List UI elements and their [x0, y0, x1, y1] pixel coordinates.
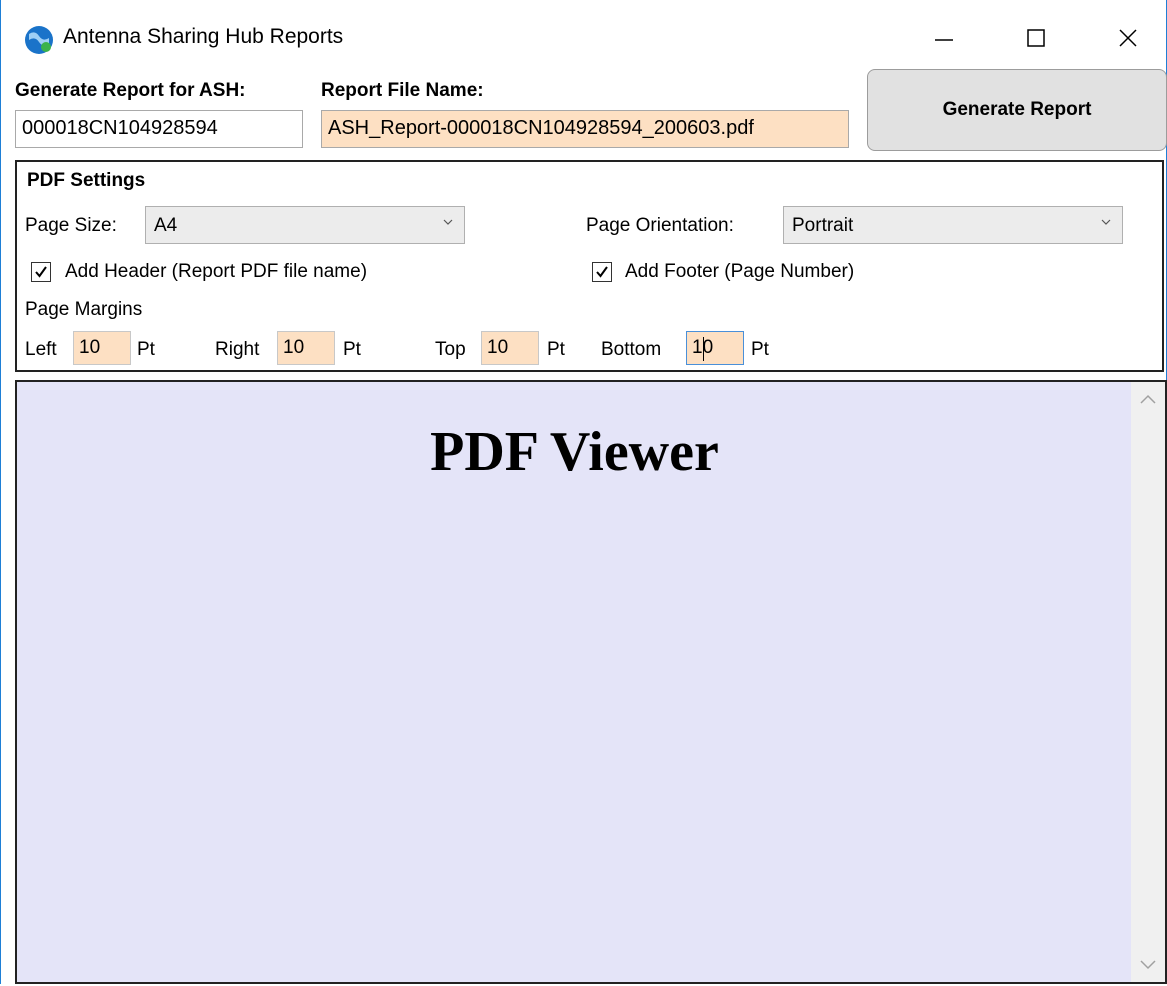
pdf-viewer[interactable]: PDF Viewer	[15, 380, 1167, 984]
title-bar: Antenna Sharing Hub Reports	[1, 0, 1167, 76]
checkmark-icon	[596, 266, 608, 278]
minimize-icon	[935, 39, 953, 41]
top-margin-label: Top	[435, 339, 466, 360]
chevron-down-icon	[1140, 960, 1156, 970]
right-unit-label: Pt	[343, 339, 361, 360]
checkmark-icon	[35, 266, 47, 278]
top-unit-label: Pt	[547, 339, 565, 360]
pdf-settings-panel: PDF Settings Page Size: A4 Page Orientat…	[15, 160, 1164, 372]
close-button[interactable]	[1083, 0, 1167, 76]
scroll-down-button[interactable]	[1131, 948, 1165, 982]
left-margin-input[interactable]: 10	[73, 331, 131, 365]
minimize-button[interactable]	[899, 0, 989, 76]
bottom-unit-label: Pt	[751, 339, 769, 360]
left-unit-label: Pt	[137, 339, 155, 360]
page-size-value: A4	[154, 215, 178, 236]
file-name-input[interactable]: ASH_Report-000018CN104928594_200603.pdf	[321, 110, 849, 148]
file-name-label: Report File Name:	[321, 80, 484, 101]
bottom-margin-input[interactable]: 10	[686, 331, 744, 365]
page-margins-label: Page Margins	[25, 299, 143, 320]
ash-input[interactable]: 000018CN104928594	[15, 110, 303, 148]
right-margin-label: Right	[215, 339, 260, 360]
chevron-down-icon	[1101, 219, 1111, 225]
maximize-button[interactable]	[991, 0, 1081, 76]
orientation-dropdown[interactable]: Portrait	[783, 206, 1123, 244]
generate-report-button[interactable]: Generate Report	[867, 69, 1167, 151]
app-window: Antenna Sharing Hub Reports Generate Rep…	[0, 0, 1167, 984]
chevron-down-icon	[443, 219, 453, 225]
add-footer-label[interactable]: Add Footer (Page Number)	[625, 261, 854, 283]
add-header-label[interactable]: Add Header (Report PDF file name)	[65, 261, 367, 283]
chevron-up-icon	[1140, 394, 1156, 404]
page-size-dropdown[interactable]: A4	[145, 206, 465, 244]
left-margin-label: Left	[25, 339, 57, 360]
top-margin-input[interactable]: 10	[481, 331, 539, 365]
vertical-scrollbar[interactable]	[1131, 382, 1165, 982]
orientation-value: Portrait	[792, 215, 854, 236]
text-caret	[703, 337, 704, 361]
orientation-label: Page Orientation:	[586, 215, 734, 236]
scroll-up-button[interactable]	[1131, 382, 1165, 416]
bottom-margin-label: Bottom	[601, 339, 662, 360]
close-icon	[1119, 29, 1137, 47]
pdf-settings-title: PDF Settings	[27, 170, 146, 191]
page-size-label: Page Size:	[25, 215, 117, 236]
maximize-icon	[1027, 29, 1045, 47]
add-header-checkbox[interactable]	[31, 262, 51, 282]
window-title: Antenna Sharing Hub Reports	[63, 25, 344, 48]
ash-label: Generate Report for ASH:	[15, 80, 246, 101]
globe-icon	[25, 26, 53, 54]
right-margin-input[interactable]: 10	[277, 331, 335, 365]
pdf-viewer-title: PDF Viewer	[430, 421, 719, 483]
add-footer-checkbox[interactable]	[592, 262, 612, 282]
